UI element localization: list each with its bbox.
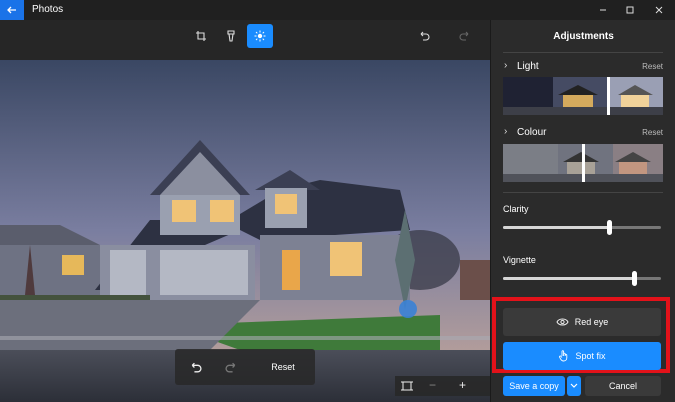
- zoom-out-button[interactable]: −: [429, 378, 436, 392]
- undo-icon: [191, 362, 201, 372]
- maximize-button[interactable]: [615, 0, 645, 20]
- arrow-left-icon: [7, 6, 16, 14]
- crop-tool-button[interactable]: [188, 24, 214, 48]
- colour-section-header[interactable]: › Colour Reset: [503, 126, 663, 140]
- filter-icon: [227, 30, 235, 42]
- hand-pointer-icon: [559, 350, 568, 362]
- overlay-redo-button[interactable]: [221, 357, 241, 377]
- zoom-controls: − +: [395, 376, 490, 396]
- colour-label: Colour: [517, 127, 547, 138]
- light-section-header[interactable]: › Light Reset: [503, 60, 663, 74]
- save-options-dropdown[interactable]: [567, 376, 581, 396]
- fit-to-window-button[interactable]: [401, 380, 413, 395]
- fit-screen-icon: [401, 381, 413, 391]
- light-strip-marker[interactable]: [607, 77, 610, 115]
- redo-button[interactable]: [452, 24, 478, 48]
- divider: [503, 192, 663, 193]
- chevron-right-icon: ›: [504, 126, 508, 137]
- plus-icon: +: [459, 378, 467, 392]
- zoom-in-button[interactable]: +: [459, 378, 466, 392]
- divider: [503, 52, 663, 53]
- spot-fix-label: Spot fix: [575, 351, 606, 361]
- clarity-label: Clarity: [503, 204, 529, 214]
- minus-icon: −: [429, 378, 437, 392]
- save-a-copy-button[interactable]: Save a copy: [503, 376, 565, 396]
- adjust-tool-button[interactable]: [247, 24, 273, 48]
- light-label: Light: [517, 61, 539, 72]
- clarity-slider-fill: [503, 226, 609, 229]
- red-eye-button[interactable]: Red eye: [503, 308, 661, 336]
- close-button[interactable]: [644, 0, 674, 20]
- crop-icon: [196, 31, 206, 41]
- overlay-edit-bar: Reset: [175, 349, 315, 385]
- vignette-label: Vignette: [503, 255, 536, 265]
- chevron-right-icon: ›: [504, 60, 508, 71]
- brightness-icon: [254, 30, 266, 42]
- maximize-icon: [626, 6, 634, 14]
- vignette-slider-thumb[interactable]: [632, 271, 637, 286]
- colour-strip-marker[interactable]: [582, 144, 585, 182]
- panel-title: Adjustments: [553, 31, 614, 42]
- app-title: Photos: [32, 4, 64, 15]
- eye-icon: [556, 318, 569, 326]
- clarity-slider-thumb[interactable]: [607, 220, 612, 235]
- minimize-icon: [600, 9, 606, 11]
- colour-reset-button[interactable]: Reset: [642, 128, 663, 137]
- light-preview-strip: [503, 77, 663, 115]
- red-eye-label: Red eye: [574, 317, 609, 327]
- chevron-down-icon: [570, 383, 578, 388]
- title-bar: Photos: [0, 0, 675, 20]
- light-filmstrip[interactable]: [503, 77, 663, 115]
- back-button[interactable]: [0, 0, 24, 20]
- close-icon: [655, 6, 663, 14]
- spot-fix-button[interactable]: Spot fix: [503, 342, 661, 370]
- redo-icon: [459, 31, 469, 41]
- undo-button[interactable]: [411, 24, 437, 48]
- undo-icon: [420, 31, 430, 41]
- filter-tool-button[interactable]: [218, 24, 244, 48]
- edit-toolbar: [0, 20, 490, 60]
- vignette-slider[interactable]: [503, 271, 661, 286]
- minimize-button[interactable]: [588, 0, 618, 20]
- overlay-reset-button[interactable]: Reset: [263, 357, 303, 377]
- clarity-slider[interactable]: [503, 220, 661, 235]
- cancel-button[interactable]: Cancel: [585, 376, 661, 396]
- redo-icon: [225, 362, 235, 372]
- colour-filmstrip[interactable]: [503, 144, 663, 182]
- overlay-undo-button[interactable]: [185, 357, 205, 377]
- light-reset-button[interactable]: Reset: [642, 62, 663, 71]
- vignette-slider-fill: [503, 277, 634, 280]
